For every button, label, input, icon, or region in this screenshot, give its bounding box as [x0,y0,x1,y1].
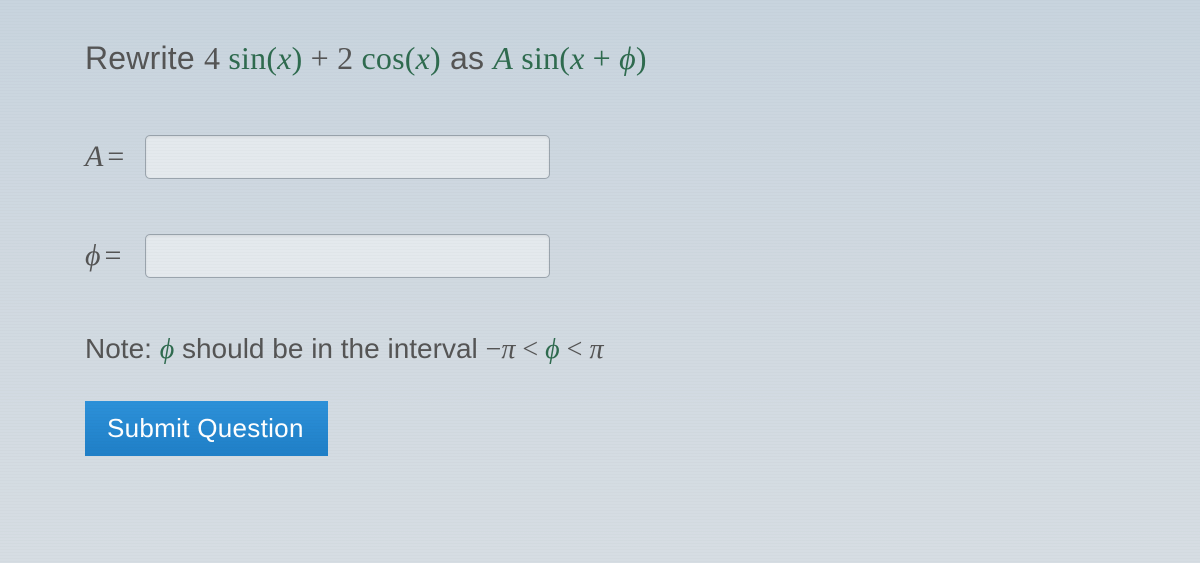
lhs-close2: ) [430,40,441,76]
prompt-mid: as [441,40,493,76]
note-pi1: π [501,334,515,365]
input-phi[interactable] [145,234,550,278]
note-pi2: π [589,334,603,365]
rhs-close: ) [636,40,647,76]
note-phi2: ϕ [545,334,560,365]
question-prompt: Rewrite 4 sin(x) + 2 cos(x) as A sin(x +… [85,40,1120,77]
lhs-arg1: x [277,40,291,76]
lhs-coef1: 4 [204,40,220,76]
rhs-phi: ϕ [619,40,636,76]
lhs-plus: + [302,40,337,76]
lhs-coef2: 2 [337,40,353,76]
row-A: A = [85,135,1120,179]
note-phi: ϕ [160,334,175,365]
lhs-space2 [353,40,361,76]
lhs-func1: sin [228,40,266,76]
submit-button[interactable]: Submit Question [85,401,328,456]
label-A: A = [85,140,133,174]
rhs-plus: + [584,40,619,76]
note-lt2: < [560,334,590,365]
note-mid: should be in the interval [174,333,485,364]
label-phi-eq: = [105,239,122,273]
note-lt1: < [515,334,545,365]
rhs-open: ( [559,40,570,76]
prompt-intro: Rewrite [85,40,204,76]
lhs-open2: ( [405,40,416,76]
question-container: Rewrite 4 sin(x) + 2 cos(x) as A sin(x +… [0,0,1200,496]
label-phi: ϕ = [85,239,133,273]
note-line: Note: ϕ should be in the interval −π < ϕ… [85,333,1120,366]
rhs-A: A [493,40,513,76]
note-pre: Note: [85,333,160,364]
row-phi: ϕ = [85,234,1120,278]
lhs-func2: cos [362,40,405,76]
lhs-arg2: x [416,40,430,76]
label-A-eq: = [107,140,124,174]
label-phi-sym: ϕ [85,239,101,273]
lhs-open1: ( [266,40,277,76]
lhs-close1: ) [292,40,303,76]
label-A-sym: A [85,140,103,174]
input-A[interactable] [145,135,550,179]
note-neg: − [486,334,502,365]
rhs-func: sin [521,40,559,76]
rhs-x: x [570,40,584,76]
